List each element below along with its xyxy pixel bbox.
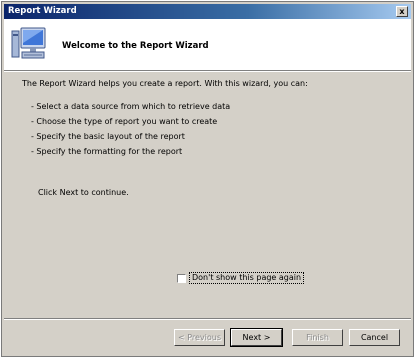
title-bar: Report Wizard x: [4, 4, 411, 19]
close-button[interactable]: x: [396, 6, 408, 17]
computer-monitor-icon: [11, 27, 46, 59]
button-separator-highlight: [4, 319, 411, 320]
report-wizard-window: Report Wizard x Welcome to the Report Wi…: [1, 1, 414, 357]
intro-text: The Report Wizard helps you create a rep…: [22, 79, 308, 88]
dont-show-again-row[interactable]: Don't show this page again: [177, 272, 305, 284]
window-title: Report Wizard: [8, 6, 77, 16]
next-button[interactable]: Next >: [230, 328, 283, 347]
banner-divider: [4, 71, 411, 72]
cancel-button[interactable]: Cancel: [349, 329, 400, 346]
banner-title: Welcome to the Report Wizard: [62, 41, 209, 51]
previous-button[interactable]: < Previous: [174, 329, 225, 346]
list-item: - Specify the basic layout of the report: [31, 132, 185, 141]
list-item: - Choose the type of report you want to …: [31, 117, 218, 126]
list-item: - Select a data source from which to ret…: [31, 102, 231, 111]
dont-show-again-label[interactable]: Don't show this page again: [189, 272, 305, 284]
list-item: - Specify the formatting for the report: [31, 147, 183, 156]
dont-show-again-checkbox[interactable]: [177, 273, 186, 283]
finish-button[interactable]: Finish: [292, 329, 343, 346]
continue-text: Click Next to continue.: [38, 188, 129, 197]
feature-list: - Select a data source from which to ret…: [31, 99, 230, 159]
wizard-banner: Welcome to the Report Wizard: [4, 19, 411, 71]
